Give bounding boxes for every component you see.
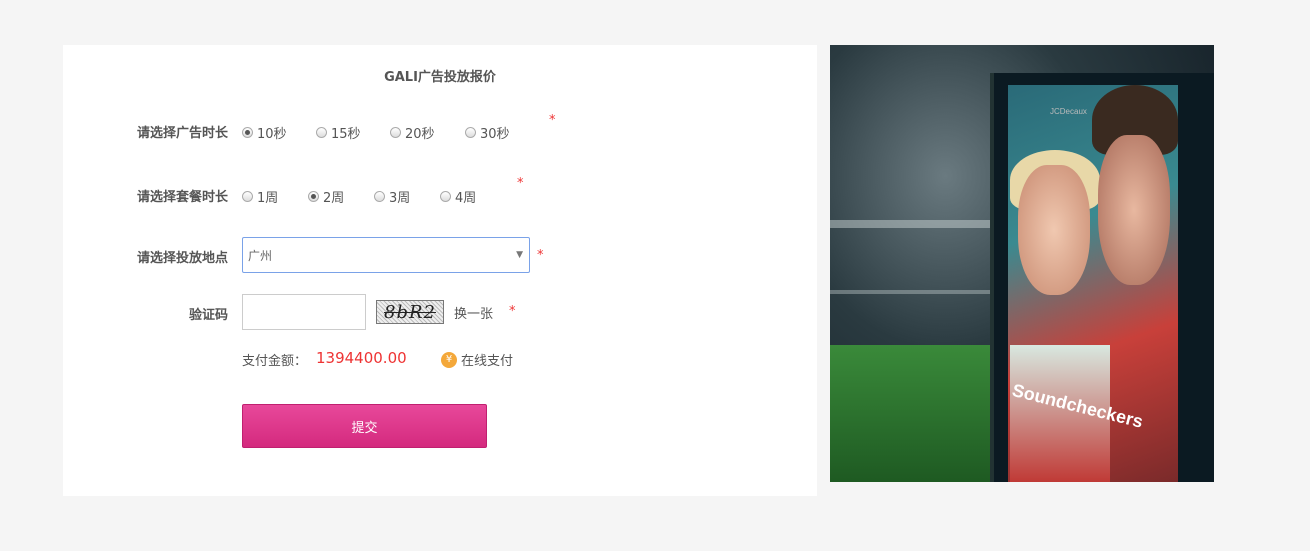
quote-form-panel: GALI广告投放报价 请选择广告时长 10秒 15秒 20秒 30秒 * 请选择… <box>63 45 817 496</box>
duration-option-15s[interactable]: 15秒 <box>316 123 361 142</box>
online-payment-option[interactable]: ¥ 在线支付 <box>441 350 513 369</box>
form-title: GALI广告投放报价 <box>384 70 496 85</box>
package-option-label: 4周 <box>455 191 477 206</box>
duration-option-label: 15秒 <box>331 127 361 142</box>
photo-rail <box>830 220 1000 228</box>
package-option-4w[interactable]: 4周 <box>440 187 476 206</box>
dropdown-arrow-icon[interactable]: ▼ <box>516 250 523 260</box>
payment-amount-label: 支付金额： <box>242 354 308 369</box>
package-label: 请选择套餐时长 <box>136 190 228 205</box>
package-option-1w[interactable]: 1周 <box>242 187 278 206</box>
captcha-input[interactable] <box>242 294 366 330</box>
duration-option-20s[interactable]: 20秒 <box>390 123 435 142</box>
location-required-mark: * <box>537 248 544 263</box>
duration-option-30s[interactable]: 30秒 <box>465 123 510 142</box>
package-option-2w[interactable]: 2周 <box>308 187 344 206</box>
billboard-brand: JCDecaux <box>1050 107 1087 116</box>
submit-button[interactable]: 提交 <box>242 404 487 448</box>
duration-option-10s[interactable]: 10秒 <box>242 123 287 142</box>
radio-checked-icon[interactable] <box>308 191 319 202</box>
package-option-label: 1周 <box>257 191 279 206</box>
radio-icon[interactable] <box>465 127 476 138</box>
captcha-refresh-link[interactable]: 换一张 <box>454 303 493 322</box>
photo-floor <box>830 345 1000 482</box>
location-select-value: 广州 <box>248 248 273 263</box>
poster-person-face <box>1018 165 1090 295</box>
package-option-label: 3周 <box>389 191 411 206</box>
duration-required-mark: * <box>549 113 556 128</box>
radio-icon[interactable] <box>390 127 401 138</box>
package-option-3w[interactable]: 3周 <box>374 187 410 206</box>
radio-icon[interactable] <box>242 191 253 202</box>
online-payment-label: 在线支付 <box>461 354 514 369</box>
radio-icon[interactable] <box>374 191 385 202</box>
duration-label: 请选择广告时长 <box>136 126 228 141</box>
payment-amount-value: 1394400.00 <box>316 349 407 367</box>
poster-person-face <box>1098 135 1170 285</box>
captcha-image[interactable]: 8bR2 <box>376 300 444 324</box>
photo-rail <box>830 290 1000 294</box>
location-select[interactable]: 广州 ▼ <box>242 237 530 273</box>
duration-option-label: 10秒 <box>257 127 287 142</box>
duration-option-label: 30秒 <box>480 127 510 142</box>
bus-shelter-ad-photo: JCDecaux Soundcheckers <box>830 45 1214 482</box>
location-label: 请选择投放地点 <box>136 251 228 266</box>
radio-icon[interactable] <box>440 191 451 202</box>
package-option-label: 2周 <box>323 191 345 206</box>
radio-icon[interactable] <box>316 127 327 138</box>
yen-coin-icon: ¥ <box>441 351 457 368</box>
captcha-required-mark: * <box>509 304 516 319</box>
package-required-mark: * <box>517 176 524 191</box>
captcha-label: 验证码 <box>188 308 228 323</box>
radio-checked-icon[interactable] <box>242 127 253 138</box>
duration-option-label: 20秒 <box>405 127 435 142</box>
